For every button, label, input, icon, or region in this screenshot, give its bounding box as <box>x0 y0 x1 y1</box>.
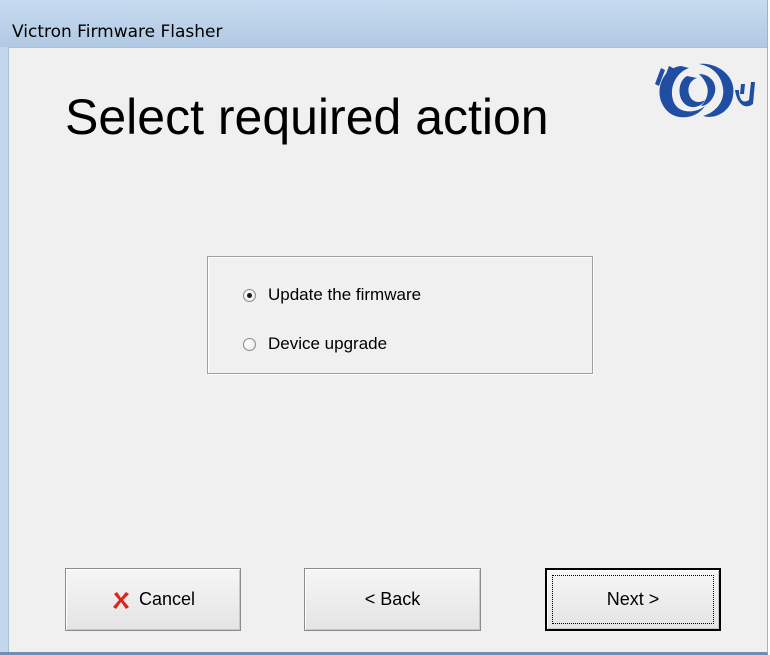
cancel-button-label: Cancel <box>138 589 196 609</box>
action-group-box: Update the firmware Device upgrade <box>207 256 593 374</box>
title-bar[interactable]: Victron Firmware Flasher <box>0 0 767 48</box>
option-device-upgrade[interactable]: Device upgrade <box>243 333 387 355</box>
next-button-label: Next > <box>606 589 660 609</box>
wizard-content: Select required action Update the firmwa… <box>9 48 767 652</box>
option-device-upgrade-label[interactable]: Device upgrade <box>268 334 387 354</box>
victron-logo-icon <box>655 63 755 118</box>
flasher-window: Victron Firmware Flasher Select required… <box>0 0 768 655</box>
window-title: Victron Firmware Flasher <box>12 22 223 42</box>
page-heading: Select required action <box>65 89 549 145</box>
window-frame-left <box>0 47 9 652</box>
option-update-firmware-label[interactable]: Update the firmware <box>268 285 421 305</box>
red-x-icon <box>112 591 129 609</box>
radio-device-upgrade[interactable] <box>243 337 256 351</box>
back-button[interactable]: < Back <box>304 568 481 631</box>
option-update-firmware[interactable]: Update the firmware <box>243 284 421 306</box>
next-button[interactable]: Next > <box>545 568 721 631</box>
back-button-label: < Back <box>364 589 421 609</box>
radio-update-firmware[interactable] <box>243 288 256 302</box>
cancel-button[interactable]: Cancel <box>65 568 241 631</box>
